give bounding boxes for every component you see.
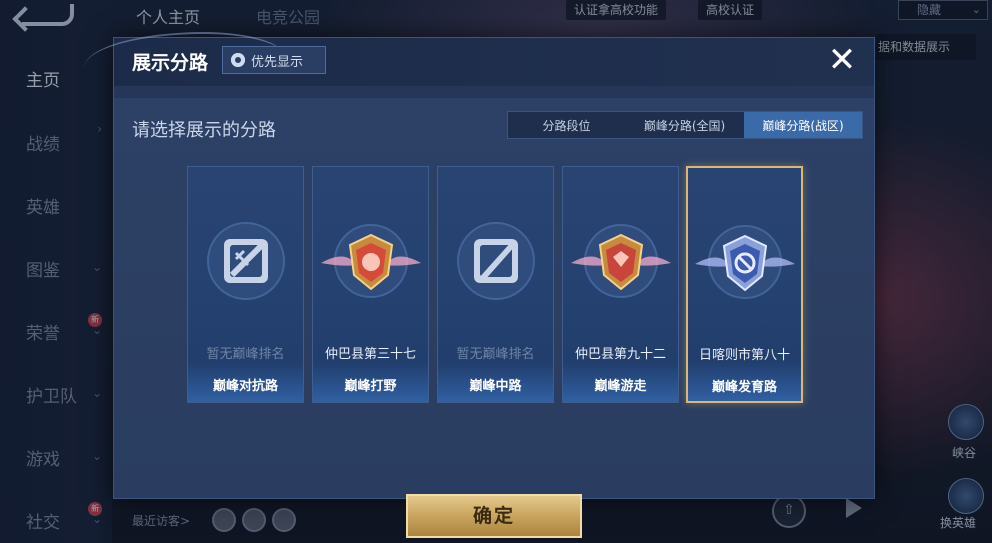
card-label: 巅峰对抗路 bbox=[212, 379, 278, 394]
confirm-button[interactable]: 确定 bbox=[406, 494, 582, 538]
segment-peak-national[interactable]: 巅峰分路(全国) bbox=[625, 112, 744, 138]
card-rank: 仲巴县第三十七 bbox=[324, 347, 416, 362]
lane-card-mid[interactable]: 暂无巅峰排名 巅峰中路 bbox=[437, 166, 554, 403]
card-rank: 仲巴县第九十二 bbox=[574, 347, 666, 362]
priority-display-button[interactable]: 优先显示 bbox=[222, 46, 326, 74]
modal-title: 展示分路 bbox=[132, 52, 209, 74]
segment-peak-region[interactable]: 巅峰分路(战区) bbox=[744, 112, 862, 138]
card-rank: 暂无巅峰排名 bbox=[206, 347, 285, 362]
farm-medal-icon bbox=[694, 225, 795, 299]
card-rank: 日喀则市第八十 bbox=[698, 348, 790, 363]
lane-card-clash[interactable]: 暂无巅峰排名 巅峰对抗路 bbox=[187, 166, 304, 403]
roam-medal-icon bbox=[570, 224, 671, 298]
lane-display-modal: 展示分路 优先显示 ✕ 请选择展示的分路 分路段位 巅峰分路(全国) 巅峰分路(… bbox=[84, 32, 875, 538]
mid-lane-icon bbox=[456, 222, 535, 300]
card-label: 巅峰打野 bbox=[344, 379, 397, 394]
lane-source-segmented-control: 分路段位 巅峰分路(全国) 巅峰分路(战区) bbox=[507, 111, 863, 139]
clash-lane-icon bbox=[206, 222, 285, 300]
jungle-medal-icon bbox=[320, 224, 421, 298]
lane-card-roam[interactable]: 仲巴县第九十二 巅峰游走 bbox=[562, 166, 679, 403]
select-lane-prompt: 请选择展示的分路 bbox=[132, 120, 276, 141]
segment-lane-rank[interactable]: 分路段位 bbox=[508, 112, 625, 138]
modal-header: 展示分路 优先显示 ✕ bbox=[84, 32, 874, 86]
gear-icon bbox=[231, 53, 245, 67]
lane-card-jungle[interactable]: 仲巴县第三十七 巅峰打野 bbox=[312, 166, 429, 403]
priority-display-label: 优先显示 bbox=[251, 54, 304, 70]
content-panel: 请选择展示的分路 分路段位 巅峰分路(全国) 巅峰分路(战区) 暂无巅峰排名 巅… bbox=[114, 98, 874, 538]
close-button[interactable]: ✕ bbox=[824, 42, 860, 78]
card-label: 巅峰中路 bbox=[469, 379, 522, 394]
close-icon: ✕ bbox=[827, 40, 857, 80]
card-label: 巅峰游走 bbox=[594, 379, 647, 394]
card-label: 巅峰发育路 bbox=[711, 380, 777, 395]
card-rank: 暂无巅峰排名 bbox=[456, 347, 535, 362]
lane-card-farm[interactable]: 日喀则市第八十 巅峰发育路 bbox=[686, 166, 803, 403]
